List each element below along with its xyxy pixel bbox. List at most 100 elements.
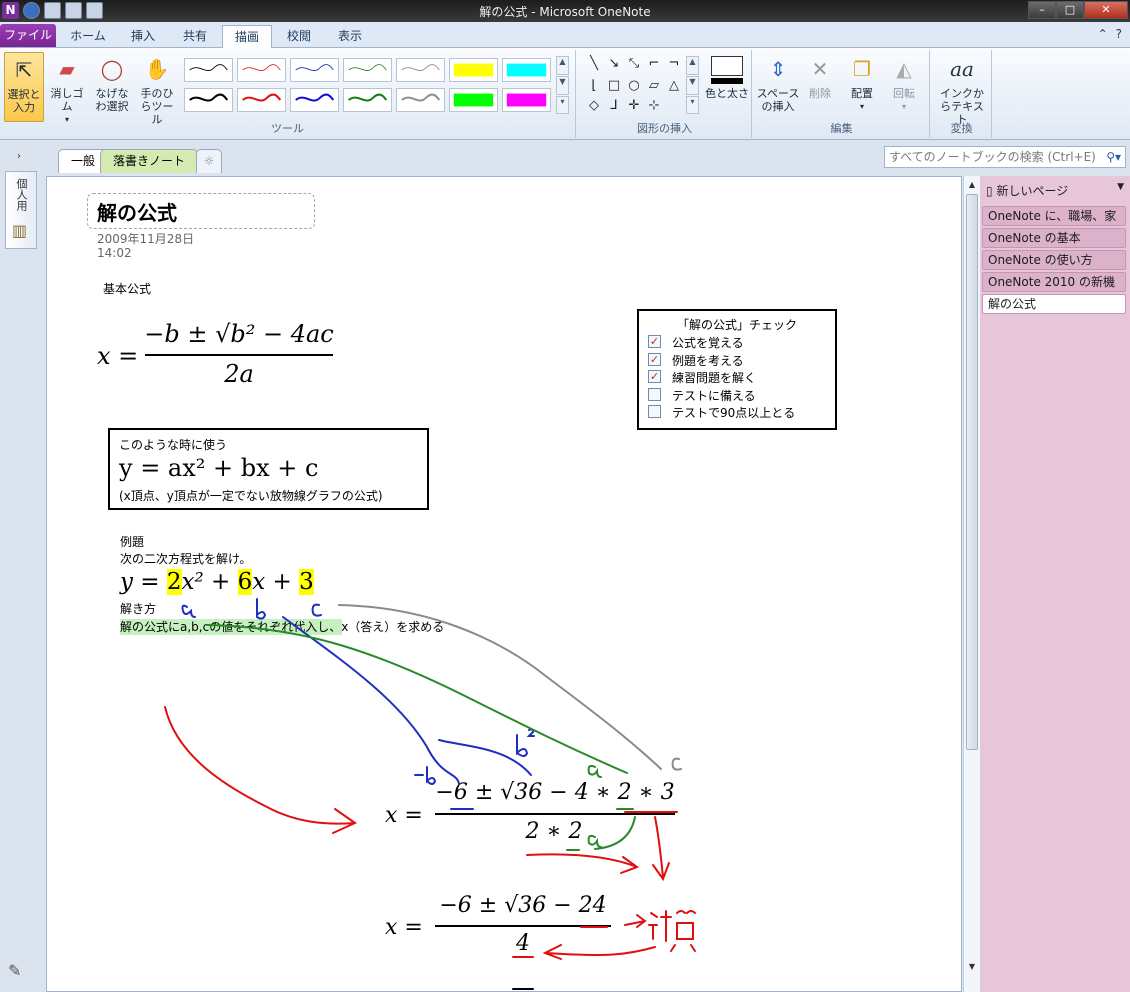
expand-nav-icon[interactable]: › [17,151,21,162]
scroll-down-arrow[interactable]: ▼ [964,960,980,974]
shapes-scroll-up[interactable]: ▲ [686,56,699,75]
tab-file[interactable]: ファイル [0,24,56,47]
ink-keisan-kanji [648,910,696,952]
note-page[interactable]: 解の公式 2009年11月28日 14:02 基本公式 x = −b ± √b²… [46,176,962,992]
checklist-item-label[interactable]: テストに備える [672,387,756,404]
pen-swatch-thin-1[interactable] [184,58,233,82]
checklist-item-label[interactable]: テストで90点以上とる [672,404,795,421]
gallery-more-button[interactable]: ▾ [556,96,569,114]
tab-draw[interactable]: 描画 [222,25,272,48]
method-label[interactable]: 解き方 [120,600,156,617]
ink-to-text-button[interactable]: aa インクからテキスト [934,52,990,127]
double-arrow-shape-icon[interactable]: ⤡ [626,56,642,72]
rectangle-shape-icon[interactable]: □ [606,78,622,94]
highlighter-swatch-thin-6[interactable] [449,58,498,82]
usage-title[interactable]: このような時に使う [119,436,227,453]
minimize-button[interactable]: – [1028,1,1056,19]
new-section-tab[interactable]: ☼ [196,149,222,173]
checklist-title[interactable]: 「解の公式」チェック [677,316,797,333]
help-icon[interactable]: ? [1116,27,1122,41]
unfiled-notes-icon[interactable]: ✎ [8,961,21,980]
page-title[interactable]: 解の公式 [97,197,177,226]
gallery-scroll-up[interactable]: ▲ [556,56,569,75]
color-and-thickness-button[interactable]: 色と太さ [704,52,750,116]
axis-shape-icon[interactable]: ⌐ [646,56,662,72]
select-and-type-button[interactable]: ⇱ 選択と入力 [4,52,44,122]
shapes-scroll-down[interactable]: ▼ [686,76,699,95]
checklist-item-label[interactable]: 公式を覚える [672,334,744,351]
tab-home[interactable]: ホーム [62,25,114,48]
basic-formula-label[interactable]: 基本公式 [103,280,151,297]
ink-red-arrow-down [652,816,670,882]
maximize-button[interactable]: □ [1056,1,1084,19]
graph-shape-icon[interactable]: ⅃ [606,98,622,114]
tab-review[interactable]: 校閲 [276,25,322,48]
pen-swatch-thick-3[interactable] [290,88,339,112]
arrow-shape-icon[interactable]: ↘ [606,56,622,72]
pen-swatch-thick-1[interactable] [184,88,233,112]
corner-shape-icon[interactable]: ⌊ [586,78,602,94]
eraser-button[interactable]: ▰ 消しゴム ▾ [46,52,88,125]
search-input[interactable]: すべてのノートブックの検索 (Ctrl+E) ⚲▾ [884,146,1126,168]
tab-share[interactable]: 共有 [172,25,218,48]
new-page-dropdown-icon[interactable]: ▼ [1117,182,1124,192]
page-scrollbar[interactable]: ▲ ▼ [963,176,980,992]
page-list-item[interactable]: OneNote の基本 [982,228,1126,248]
highlighter-swatch-thick-6[interactable] [449,88,498,112]
parallelogram-shape-icon[interactable]: ▱ [646,78,662,94]
lasso-select-button[interactable]: ◯ なげなわ選択 [90,52,134,122]
delete-button[interactable]: ✕ 削除 [802,52,838,122]
page-list-item[interactable]: 解の公式 [982,294,1126,314]
example-equation[interactable]: y = 2x² + 6x + 3 [120,569,314,595]
line-shape-icon[interactable]: ╲ [586,56,602,72]
axis2-shape-icon[interactable]: ¬ [666,56,682,72]
checklist-checkbox[interactable] [648,387,661,401]
checklist-checkbox[interactable]: ✓ [648,335,661,348]
page-list-item[interactable]: OneNote に、職場、家 [982,206,1126,226]
highlighter-swatch-thin-7[interactable] [502,58,551,82]
gallery-scroll-down[interactable]: ▼ [556,76,569,95]
checklist-item-label[interactable]: 練習問題を解く [672,369,756,386]
arrange-button[interactable]: ❐ 配置 ▾ [842,52,882,122]
ellipse-shape-icon[interactable]: ○ [626,78,642,94]
formula-lhs: x = [97,342,139,370]
rotate-button[interactable]: ◭ 回転 ▾ [884,52,924,122]
highlighter-swatch-thick-7[interactable] [502,88,551,112]
page-list-item[interactable]: OneNote 2010 の新機 [982,272,1126,292]
close-button[interactable]: ✕ [1084,1,1128,19]
method-text[interactable]: 解の公式にa,b,cの値をそれぞれ代入し、x（答え）を求める [120,618,444,635]
scroll-thumb[interactable] [966,194,978,750]
section-tab-scribble[interactable]: 落書きノート [100,149,199,173]
new-page-button[interactable]: ▯ 新しいページ ▼ [986,182,1126,199]
color-swatch-icon [711,56,743,76]
example-prompt[interactable]: 次の二次方程式を解け。 [120,550,251,567]
checklist-checkbox[interactable]: ✓ [648,370,661,383]
step2-lhs: x = [385,915,423,940]
usage-equation[interactable]: y = ax² + bx + c [119,454,318,482]
checklist-checkbox[interactable]: ✓ [648,352,661,366]
pen-swatch-thin-5[interactable] [396,58,445,82]
pen-swatch-thin-2[interactable] [237,58,286,82]
collapse-ribbon-icon[interactable]: ⌃ [1098,27,1108,41]
shapes-more-button[interactable]: ▾ [686,96,699,114]
example-label[interactable]: 例題 [120,533,144,550]
cross-axis-shape-icon[interactable]: ✛ [626,98,642,114]
checklist-item-label[interactable]: 例題を考える [672,352,744,369]
insert-space-button[interactable]: ⇕ スペースの挿入 [756,52,800,122]
usage-note[interactable]: (x頂点、y頂点が一定でない放物線グラフの公式) [119,487,383,504]
triangle-shape-icon[interactable]: △ [666,78,682,94]
tab-insert[interactable]: 挿入 [118,25,168,48]
checklist-checkbox[interactable] [648,405,661,418]
pen-swatch-thick-2[interactable] [237,88,286,112]
pen-swatch-thin-3[interactable] [290,58,339,82]
diamond-shape-icon[interactable]: ◇ [586,98,602,114]
page-list-item[interactable]: OneNote の使い方 [982,250,1126,270]
3d-axis-shape-icon[interactable]: ⊹ [646,98,662,114]
pen-swatch-thick-4[interactable] [343,88,392,112]
pen-swatch-thin-4[interactable] [343,58,392,82]
panning-hand-button[interactable]: ✋ 手のひらツール [136,52,178,127]
search-icon[interactable]: ⚲▾ [1106,147,1121,167]
scroll-up-arrow[interactable]: ▲ [964,178,980,192]
tab-view[interactable]: 表示 [326,25,374,48]
pen-swatch-thick-5[interactable] [396,88,445,112]
